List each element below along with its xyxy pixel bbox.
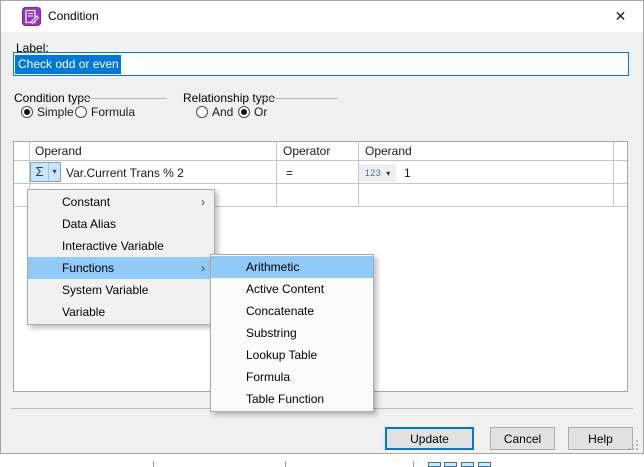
title-bar: Condition ✕	[1, 1, 643, 32]
condition-dialog-icon	[22, 7, 41, 26]
background-fragment	[428, 462, 441, 467]
menu-item-label: Constant	[62, 195, 111, 209]
submenu-item-substring[interactable]: Substring	[211, 322, 373, 344]
submenu-item-concatenate[interactable]: Concatenate	[211, 300, 373, 322]
screen: Condition ✕ Label: Check odd or even Con…	[0, 0, 644, 467]
submenu-item-table-function[interactable]: Table Function	[211, 388, 373, 410]
chevron-down-icon[interactable]: ▾	[386, 169, 390, 178]
radio-and-circle[interactable]	[196, 106, 208, 118]
menu-item-label: Lookup Table	[246, 348, 318, 362]
menu-item-label: Functions	[62, 261, 115, 275]
background-fragment	[444, 462, 457, 467]
operand-type-menu: Constant › Data Alias Interactive Variab…	[27, 189, 215, 325]
submenu-item-lookup-table[interactable]: Lookup Table	[211, 344, 373, 366]
number-type-icon[interactable]: 123	[365, 168, 382, 178]
window-title: Condition	[48, 9, 99, 23]
operand-cell-value[interactable]: Var.Current Trans % 2	[66, 166, 184, 180]
operand2-cell-value[interactable]: 1	[404, 166, 411, 180]
radio-formula-circle[interactable]	[75, 106, 87, 118]
help-button[interactable]: Help	[568, 427, 633, 450]
operand-type-dropdown[interactable]: Σ ▾	[30, 162, 61, 182]
menu-item-variable[interactable]: Variable	[28, 301, 214, 323]
grid-header-operand-1: Operand	[35, 144, 82, 158]
grid-line	[14, 183, 627, 184]
menu-item-system-variable[interactable]: System Variable	[28, 279, 214, 301]
sigma-icon[interactable]: Σ	[31, 163, 48, 181]
radio-simple-label[interactable]: Simple	[37, 105, 74, 119]
submenu-arrow-icon: ›	[201, 195, 205, 209]
background-fragment	[153, 461, 154, 467]
menu-item-functions[interactable]: Functions ›	[28, 257, 214, 279]
background-fragment	[478, 462, 491, 467]
functions-submenu: Arithmetic Active Content Concatenate Su…	[210, 254, 374, 412]
background-fragment	[461, 462, 474, 467]
submenu-arrow-icon: ›	[201, 261, 205, 275]
background-fragment	[413, 461, 414, 467]
menu-item-data-alias[interactable]: Data Alias	[28, 213, 214, 235]
grid-header-operator: Operator	[283, 144, 331, 158]
grid-line	[14, 160, 627, 161]
update-button[interactable]: Update	[385, 427, 474, 450]
submenu-item-arithmetic[interactable]: Arithmetic	[211, 256, 373, 278]
label-input-selected-text: Check odd or even	[15, 54, 121, 74]
menu-item-label: Formula	[246, 370, 291, 384]
submenu-item-formula[interactable]: Formula	[211, 366, 373, 388]
radio-simple[interactable]: Simple	[21, 105, 74, 119]
menu-item-label: System Variable	[62, 283, 149, 297]
menu-item-label: Substring	[246, 326, 297, 340]
operand2-type-dropdown[interactable]: 123 ▾	[359, 164, 396, 182]
radio-or-circle[interactable]	[238, 106, 250, 118]
radio-or[interactable]: Or	[238, 105, 267, 119]
menu-item-label: Data Alias	[62, 217, 117, 231]
menu-item-label: Arithmetic	[246, 260, 300, 274]
grid-header-operand-2: Operand	[365, 144, 412, 158]
grid-line	[613, 142, 614, 207]
menu-item-label: Table Function	[246, 392, 325, 406]
close-icon[interactable]: ✕	[598, 1, 643, 32]
menu-item-interactive-variable[interactable]: Interactive Variable	[28, 235, 214, 257]
operator-cell-value[interactable]: =	[286, 166, 293, 180]
resize-grip[interactable]	[628, 440, 638, 450]
radio-simple-circle[interactable]	[21, 106, 33, 118]
menu-item-label: Active Content	[246, 282, 325, 296]
submenu-item-active-content[interactable]: Active Content	[211, 278, 373, 300]
radio-or-label[interactable]: Or	[254, 105, 267, 119]
menu-item-label: Interactive Variable	[62, 239, 164, 253]
chevron-down-icon[interactable]: ▾	[48, 163, 60, 181]
radio-formula[interactable]: Formula	[75, 105, 135, 119]
menu-item-label: Variable	[62, 305, 106, 319]
group-divider	[258, 98, 338, 99]
group-divider	[79, 98, 167, 99]
label-input[interactable]: Check odd or even	[13, 52, 629, 76]
radio-and[interactable]: And	[196, 105, 233, 119]
grid-line	[276, 142, 277, 207]
cancel-button[interactable]: Cancel	[490, 427, 555, 450]
menu-item-label: Concatenate	[246, 304, 315, 318]
radio-formula-label[interactable]: Formula	[91, 105, 135, 119]
background-fragment	[285, 461, 286, 467]
radio-and-label[interactable]: And	[212, 105, 233, 119]
menu-item-constant[interactable]: Constant ›	[28, 191, 214, 213]
